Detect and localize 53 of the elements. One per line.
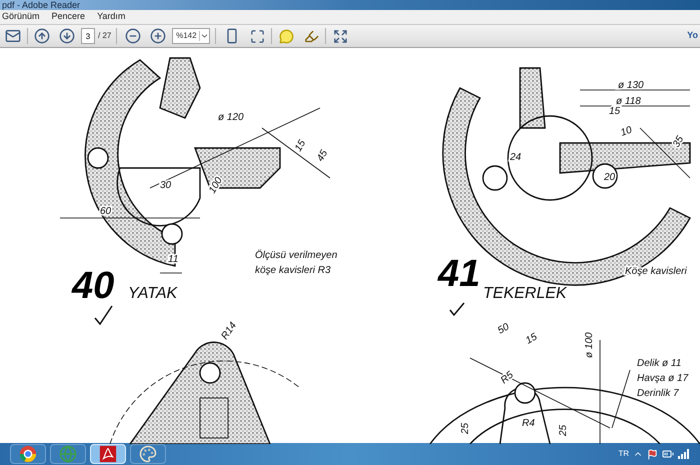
palette-icon — [139, 445, 157, 463]
flag-icon[interactable] — [647, 448, 658, 460]
part-title: TEKERLEK — [483, 285, 567, 302]
dimension-label: 25 — [558, 424, 569, 436]
dimension-label: 25 — [460, 422, 471, 434]
globe-icon — [59, 445, 77, 463]
page-count: / 27 — [98, 30, 112, 42]
drawing-note: Derinlik 7 — [637, 388, 679, 399]
dimension-label: 20 — [604, 172, 616, 183]
dimension-label: R5 — [498, 370, 516, 386]
browser-icon — [19, 445, 37, 463]
menu-item[interactable]: Görünüm — [2, 10, 40, 24]
drawing-note: köşe kavisleri R3 — [255, 265, 331, 276]
dimension-label: 15 — [524, 332, 540, 347]
checkmark-icon — [449, 302, 465, 316]
dimension-label: 24 — [510, 152, 522, 163]
language-indicator[interactable]: TR — [618, 448, 629, 460]
dimension-label: 15 — [609, 106, 620, 117]
speech-bubble-icon — [278, 28, 294, 44]
menu-item[interactable]: Yardım — [97, 10, 126, 24]
drawing-note: Havşa ø 17 — [637, 373, 688, 384]
menu-item[interactable]: Pencere — [52, 10, 86, 24]
dimension-label: R4 — [522, 418, 535, 429]
taskbar-app-button[interactable] — [130, 444, 166, 464]
drawing-note: Delik ø 11 — [637, 358, 682, 369]
dimension-label: ø 120 — [218, 112, 244, 123]
signal-icon[interactable] — [678, 449, 690, 459]
pdf-icon — [99, 445, 117, 463]
dimension-label: ø 100 — [584, 332, 595, 358]
toolbar-link[interactable]: Yo — [687, 29, 698, 43]
part-number: 41 — [438, 253, 480, 295]
dimension-label: 50 — [496, 322, 512, 337]
dimension-label: 15 — [293, 138, 308, 154]
dimension-label: 10 — [619, 124, 634, 139]
zoom-dropdown[interactable]: %142 — [172, 28, 210, 44]
dimension-label: 60 — [100, 206, 112, 217]
dimension-label: ø 118 — [616, 96, 641, 107]
dimension-label: 30 — [160, 180, 172, 191]
page-number-field[interactable]: 3 — [81, 28, 95, 44]
taskbar-app-button[interactable] — [10, 444, 46, 464]
checkmark-icon — [94, 306, 113, 326]
caret-icon — [199, 31, 210, 41]
part-title: YATAK — [128, 285, 178, 302]
dimension-label: 45 — [315, 148, 330, 164]
expand-icon — [332, 28, 348, 44]
highlighter-icon — [304, 28, 319, 44]
part-number: 40 — [72, 265, 114, 307]
dimension-label: ø 130 — [618, 80, 644, 91]
drawing-note: Ölçüsü verilmeyen — [255, 250, 338, 261]
battery-icon[interactable] — [662, 448, 674, 460]
window-title: pdf - Adobe Reader — [2, 0, 80, 10]
corners-icon — [250, 28, 265, 44]
dimension-label: 35 — [671, 134, 686, 150]
